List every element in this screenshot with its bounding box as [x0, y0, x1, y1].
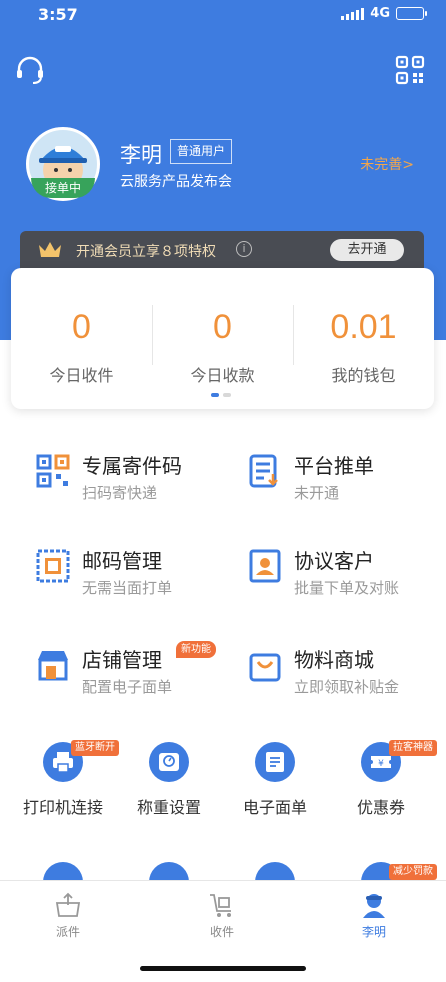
stamp-icon	[36, 549, 70, 583]
network-type: 4G	[370, 6, 390, 21]
user-level-badge: 普通用户	[170, 139, 233, 164]
service-contract-customers[interactable]: 协议客户 批量下单及对账	[248, 545, 446, 605]
stat-label: 今日收款	[190, 366, 255, 385]
user-company: 云服务产品发布会	[120, 174, 232, 190]
vip-text: 开通会员立享８项特权	[76, 244, 216, 260]
tool-label: 优惠券	[356, 798, 405, 817]
tool-label: 打印机连接	[22, 798, 103, 817]
tool-icon-circle	[149, 742, 189, 782]
tab-profile[interactable]: 李明	[324, 891, 424, 940]
stats-card: 0 今日收件 0 今日收款 0.01 我的钱包	[11, 268, 434, 409]
service-title: 店铺管理	[82, 648, 162, 672]
status-bar: 3:57 4G	[0, 0, 446, 30]
vip-banner[interactable]: 开通会员立享８项特权 i 去开通	[20, 231, 424, 271]
stat-label: 今日收件	[49, 366, 114, 385]
user-icon	[363, 894, 385, 918]
service-subtitle: 配置电子面单	[82, 678, 173, 696]
signal-icon	[341, 7, 365, 20]
complete-profile-link[interactable]: 未完善>	[360, 154, 414, 174]
tab-label: 李明	[361, 925, 386, 939]
service-postcode-management[interactable]: 邮码管理 无需当面打单	[36, 545, 236, 605]
service-subtitle: 未开通	[294, 484, 340, 502]
stat-value: 0	[213, 308, 232, 346]
tool-coupons[interactable]: ¥ 拉客神器 优惠券	[331, 740, 437, 822]
tab-receive[interactable]: 收件	[172, 891, 272, 940]
qr-code-icon	[36, 454, 70, 488]
service-subtitle: 立即领取补贴金	[294, 678, 400, 696]
stat-today-payment[interactable]: 0 今日收款	[152, 268, 293, 409]
crown-icon	[39, 242, 61, 257]
service-dedicated-code[interactable]: 专属寄件码 扫码寄快递	[36, 450, 236, 510]
waybill-icon	[266, 752, 284, 772]
promo-badge: 拉客神器	[389, 740, 437, 756]
service-materials-mall[interactable]: 物料商城 立即领取补贴金	[248, 644, 446, 704]
store-icon	[38, 651, 68, 681]
scale-icon	[159, 753, 179, 771]
stat-label: 我的钱包	[331, 366, 396, 385]
page-indicator	[211, 393, 231, 397]
tool-label: 电子面单	[242, 798, 307, 817]
reduce-fines-badge: 减少罚款	[389, 864, 437, 880]
service-title: 平台推单	[294, 454, 374, 478]
avatar-status: 接单中	[31, 178, 95, 198]
open-vip-button[interactable]: 去开通	[330, 239, 404, 261]
cart-icon	[210, 894, 231, 917]
service-title: 邮码管理	[82, 549, 162, 573]
service-platform-orders[interactable]: 平台推单 未开通	[248, 450, 446, 510]
stat-value: 0	[72, 308, 91, 346]
delivery-box-icon	[55, 892, 81, 917]
tab-label: 收件	[209, 925, 234, 939]
service-title: 物料商城	[294, 648, 374, 672]
service-store-management[interactable]: 店铺管理 配置电子面单 新功能	[36, 641, 236, 704]
stat-today-received[interactable]: 0 今日收件	[11, 268, 152, 409]
status-indicators: 4G	[341, 6, 427, 21]
status-time: 3:57	[38, 5, 78, 24]
bluetooth-status-badge: 蓝牙断开	[71, 740, 119, 756]
tab-label: 派件	[55, 925, 80, 939]
tool-weighing-settings[interactable]: 称重设置	[119, 742, 219, 822]
info-icon[interactable]: i	[236, 241, 252, 257]
service-title: 协议客户	[294, 549, 374, 573]
service-title: 专属寄件码	[82, 454, 182, 478]
battery-icon	[396, 7, 427, 20]
tool-icon-circle	[255, 742, 295, 782]
tool-electronic-waybill[interactable]: 电子面单	[225, 742, 325, 822]
service-subtitle: 无需当面打单	[82, 579, 173, 597]
order-list-icon	[249, 454, 278, 488]
service-subtitle: 扫码寄快递	[82, 484, 158, 502]
home-indicator	[140, 966, 306, 971]
tool-label: 称重设置	[136, 798, 201, 817]
tab-delivery[interactable]: 派件	[18, 891, 118, 940]
qr-scan-icon[interactable]	[394, 54, 426, 86]
user-name: 李明	[120, 143, 162, 167]
shopping-bag-icon	[249, 653, 281, 682]
new-feature-badge: 新功能	[176, 641, 216, 658]
stat-value: 0.01	[330, 308, 397, 346]
stat-my-wallet[interactable]: 0.01 我的钱包	[293, 268, 434, 409]
svg-text:¥: ¥	[378, 759, 384, 769]
service-subtitle: 批量下单及对账	[294, 579, 400, 597]
tool-printer-connection[interactable]: 蓝牙断开 打印机连接	[13, 740, 119, 822]
headset-icon[interactable]	[14, 54, 46, 86]
contact-card-icon	[249, 549, 281, 583]
